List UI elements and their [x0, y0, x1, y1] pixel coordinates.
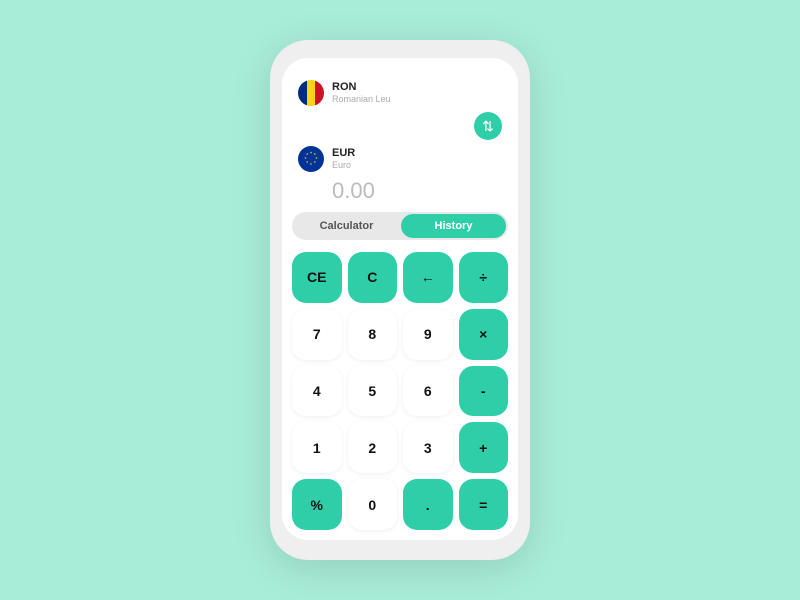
key-9[interactable]: 9 — [403, 309, 453, 360]
key-4[interactable]: 4 — [292, 366, 342, 417]
eu-flag-svg: ★ ★ ★ ★ ★ ★ ★ ★ — [300, 148, 322, 170]
key-backspace[interactable]: ← — [403, 252, 453, 303]
swap-button[interactable]: ⇅ — [474, 112, 502, 140]
keypad-row-3: 4 5 6 - — [292, 366, 508, 417]
svg-text:★: ★ — [306, 160, 309, 164]
svg-text:★: ★ — [306, 152, 309, 156]
keypad-row-4: 1 2 3 + — [292, 422, 508, 473]
key-percent[interactable]: % — [292, 479, 342, 530]
from-currency-code: RON — [332, 81, 391, 94]
key-8[interactable]: 8 — [348, 309, 398, 360]
key-divide[interactable]: ÷ — [459, 252, 509, 303]
screen: RON Romanian Leu ⇅ ★ ★ ★ — [282, 58, 518, 540]
key-decimal[interactable]: . — [403, 479, 453, 530]
key-7[interactable]: 7 — [292, 309, 342, 360]
keypad-row-1: CE C ← ÷ — [292, 252, 508, 303]
phone-shell: RON Romanian Leu ⇅ ★ ★ ★ — [270, 40, 530, 560]
tab-history-label: History — [435, 220, 473, 232]
to-currency-amount: 0.00 — [298, 172, 502, 204]
svg-text:★: ★ — [304, 156, 307, 160]
keypad-row-2: 7 8 9 × — [292, 309, 508, 360]
swap-icon: ⇅ — [482, 118, 494, 135]
svg-text:★: ★ — [310, 162, 313, 166]
key-2[interactable]: 2 — [348, 422, 398, 473]
keypad-row-5: % 0 . = — [292, 479, 508, 530]
to-currency-row: ★ ★ ★ ★ ★ ★ ★ ★ EUR Euro — [298, 146, 502, 172]
tab-calculator-label: Calculator — [320, 220, 374, 232]
key-6[interactable]: 6 — [403, 366, 453, 417]
svg-text:★: ★ — [313, 160, 316, 164]
from-currency-name: Romanian Leu — [332, 94, 391, 105]
key-multiply[interactable]: × — [459, 309, 509, 360]
to-currency-name: Euro — [332, 160, 355, 171]
key-0[interactable]: 0 — [348, 479, 398, 530]
key-1[interactable]: 1 — [292, 422, 342, 473]
from-currency-area: RON Romanian Leu ⇅ ★ ★ ★ — [282, 58, 518, 204]
tab-history[interactable]: History — [401, 214, 506, 238]
key-ce[interactable]: CE — [292, 252, 342, 303]
key-c[interactable]: C — [348, 252, 398, 303]
key-subtract[interactable]: - — [459, 366, 509, 417]
key-equals[interactable]: = — [459, 479, 509, 530]
notch — [360, 40, 440, 58]
ron-flag — [298, 80, 324, 106]
tab-calculator[interactable]: Calculator — [294, 214, 399, 238]
tab-bar: Calculator History — [292, 212, 508, 240]
to-currency-code: EUR — [332, 147, 355, 160]
eu-flag: ★ ★ ★ ★ ★ ★ ★ ★ — [298, 146, 324, 172]
to-currency-info: EUR Euro — [332, 147, 355, 171]
svg-text:★: ★ — [310, 151, 313, 155]
key-add[interactable]: + — [459, 422, 509, 473]
key-5[interactable]: 5 — [348, 366, 398, 417]
keypad: CE C ← ÷ 7 8 9 × 4 5 6 - 1 2 — [282, 248, 518, 540]
swap-row: ⇅ — [298, 106, 502, 146]
from-currency-info: RON Romanian Leu — [332, 81, 391, 105]
key-3[interactable]: 3 — [403, 422, 453, 473]
from-currency-row: RON Romanian Leu — [298, 80, 502, 106]
